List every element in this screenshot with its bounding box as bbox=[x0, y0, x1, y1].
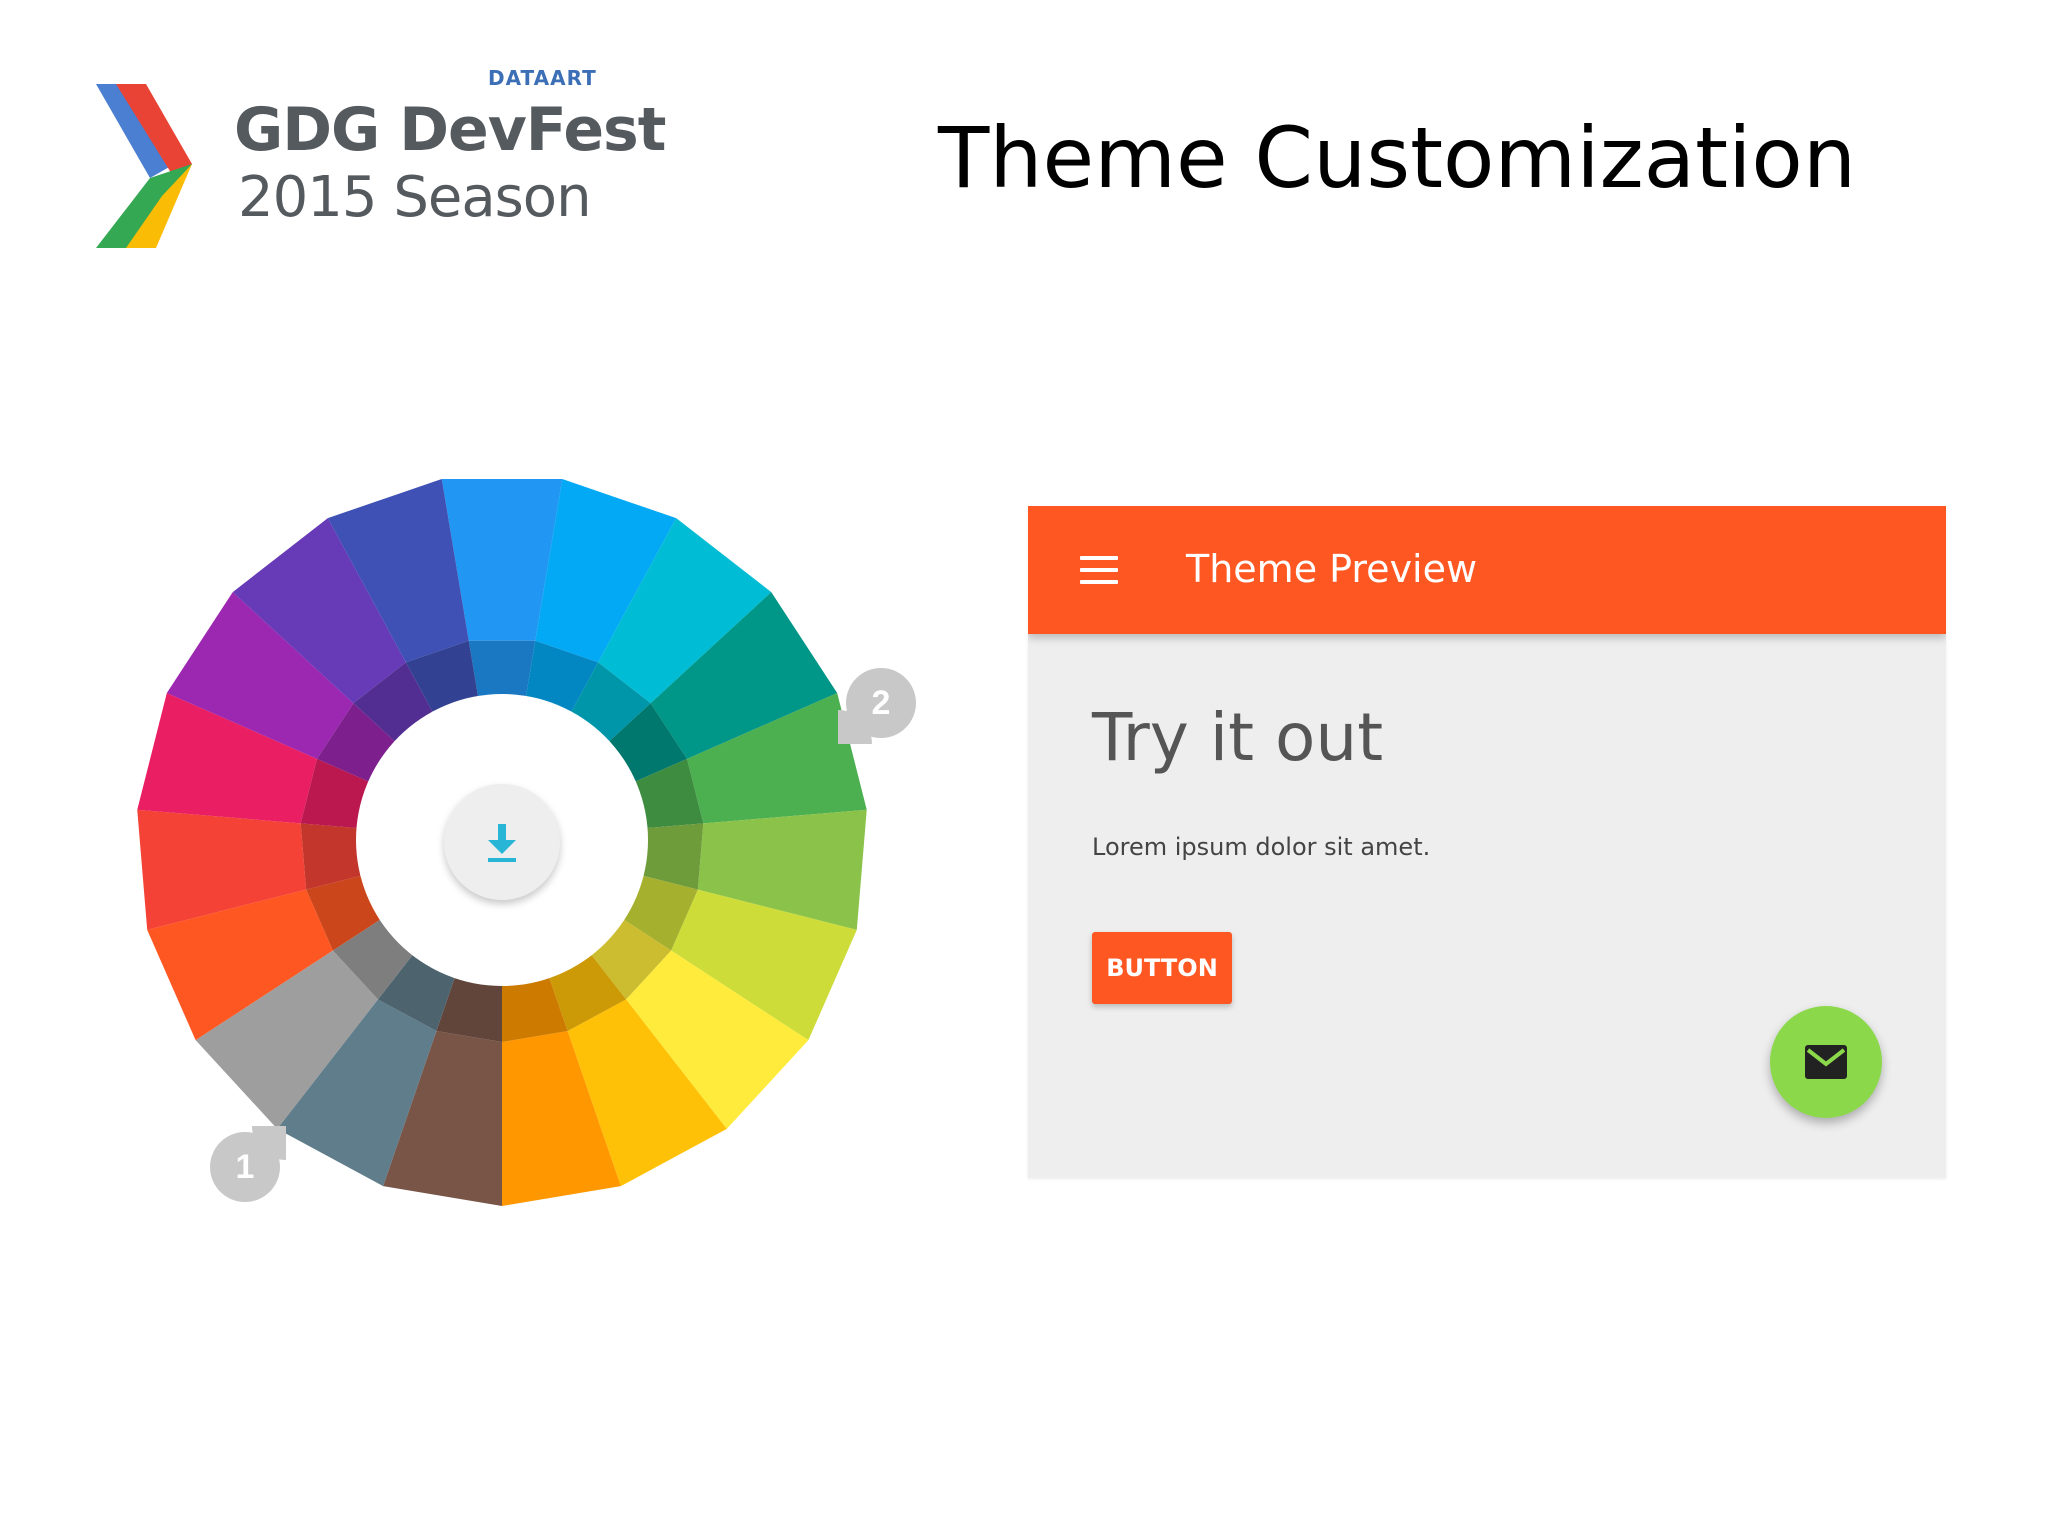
preview-body-text: Lorem ipsum dolor sit amet. bbox=[1092, 833, 1431, 861]
color-swatch-shade-0[interactable] bbox=[468, 640, 536, 696]
download-button[interactable] bbox=[444, 784, 560, 900]
step-callout-label: 1 bbox=[210, 1132, 280, 1202]
step-callout-1: 1 bbox=[210, 1126, 286, 1202]
step-callout-2: 2 bbox=[838, 668, 916, 744]
preview-headline: Try it out bbox=[1092, 699, 1384, 776]
color-wheel-picker[interactable]: 1 2 bbox=[130, 460, 916, 1220]
event-subtitle: 2015 Season bbox=[238, 165, 592, 230]
slide-title: Theme Customization bbox=[938, 109, 1857, 207]
sponsor-logo-text: DATAART bbox=[488, 66, 597, 90]
mail-icon bbox=[1805, 1045, 1847, 1079]
step-callout-label: 2 bbox=[846, 668, 916, 738]
hamburger-menu-icon[interactable] bbox=[1080, 556, 1118, 586]
app-bar-title: Theme Preview bbox=[1186, 547, 1478, 591]
preview-button[interactable]: BUTTON bbox=[1092, 932, 1232, 1004]
mail-fab-button[interactable] bbox=[1770, 1006, 1882, 1118]
gdg-chevron-logo-icon bbox=[96, 84, 192, 248]
event-title: GDG DevFest bbox=[234, 95, 666, 165]
download-icon bbox=[488, 824, 516, 862]
app-bar: Theme Preview bbox=[1028, 506, 1946, 634]
theme-preview-card: Theme Preview Try it out Lorem ipsum dol… bbox=[1028, 506, 1946, 1178]
